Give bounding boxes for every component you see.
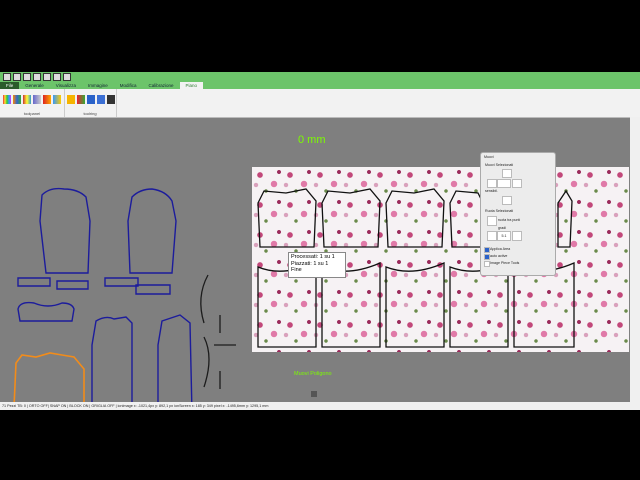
tab-generale[interactable]: Generale — [19, 82, 50, 89]
rotate-option-checkbox[interactable] — [487, 216, 497, 226]
print-icon[interactable] — [33, 73, 41, 81]
belt-piece-4[interactable] — [135, 284, 171, 295]
ribbon-panel: toolpanel toolring — [0, 89, 640, 118]
strap-piece-curved-2[interactable] — [203, 336, 210, 388]
step-label: sensibil. — [485, 189, 498, 193]
cad-application-window: File Generale Visualizza Immagine Modifi… — [0, 72, 640, 410]
sleeve-piece-left[interactable] — [39, 187, 91, 274]
fill-tool-icon[interactable] — [43, 95, 51, 104]
tab-modifica[interactable]: Modifica — [114, 82, 143, 89]
rotate-right-button[interactable] — [512, 231, 522, 241]
rotate-left-button[interactable] — [487, 231, 497, 241]
tab-visualizza[interactable]: Visualizza — [50, 82, 82, 89]
sleeve-piece-right[interactable] — [127, 188, 177, 274]
front-panel-left[interactable] — [91, 316, 133, 402]
ribbon-group-toolring: toolring — [64, 89, 117, 117]
processing-status-box: Processati: 1 su 1 Piazzati: 1 su 1 Fine — [288, 252, 346, 278]
pattern-pieces-area — [13, 187, 236, 402]
color-tool-icon[interactable] — [13, 95, 21, 104]
tab-immagine[interactable]: Immagine — [82, 82, 114, 89]
settings-icon[interactable] — [63, 73, 71, 81]
nested-piece[interactable] — [385, 262, 445, 348]
image-icon[interactable] — [77, 95, 85, 104]
front-panel-right[interactable] — [157, 314, 193, 402]
folder-icon[interactable] — [67, 95, 75, 104]
marker-icon[interactable] — [97, 95, 105, 104]
tab-file[interactable]: File — [0, 82, 20, 89]
vertical-scrollbar[interactable] — [630, 117, 640, 402]
move-down-button[interactable] — [502, 196, 512, 205]
new-file-icon[interactable] — [3, 73, 11, 81]
auto-active-label: auto active — [490, 254, 508, 258]
belt-piece-1[interactable] — [17, 277, 51, 287]
strap-piece-curved[interactable] — [200, 274, 209, 324]
nested-piece[interactable] — [321, 188, 381, 248]
brush-tool-icon[interactable] — [23, 95, 31, 104]
move-right-button[interactable] — [512, 179, 522, 188]
processing-finished: Fine — [291, 267, 302, 273]
angle-label: gradi — [498, 226, 506, 230]
collar-piece[interactable] — [17, 301, 75, 322]
image-piece-tools-label: Image Piece Tools — [490, 261, 520, 265]
tab-piano[interactable]: Piano — [179, 82, 204, 89]
horizontal-scroll-thumb[interactable] — [311, 391, 317, 397]
group-label-toolpanel: toolpanel — [23, 111, 41, 116]
ribbon-tab-bar: File Generale Visualizza Immagine Modifi… — [0, 81, 640, 89]
rotate-section-label: Ruota Selezionati — [485, 209, 514, 213]
palette-tool-icon[interactable] — [3, 95, 11, 104]
panel-title: Muovi — [484, 155, 494, 159]
selected-back-panel[interactable] — [13, 352, 85, 402]
apply-area-label: Applica Area — [490, 247, 511, 251]
move-polygon-label: Muovi Poligono — [294, 371, 332, 377]
redo-icon[interactable] — [53, 73, 61, 81]
move-up-button[interactable] — [502, 169, 512, 178]
save-layout-icon[interactable] — [107, 95, 115, 104]
belt-piece-2[interactable] — [56, 280, 89, 290]
pattern-tool-icon[interactable] — [33, 95, 41, 104]
rotate-option-label: ruota tra punti — [498, 218, 521, 222]
measurement-readout: 0 mm — [298, 134, 326, 146]
undo-icon[interactable] — [43, 73, 51, 81]
quick-access-toolbar — [3, 73, 71, 81]
move-left-button[interactable] — [487, 179, 497, 188]
move-panel: Muovi Muovi Selezionati sensibil. Ruota … — [480, 152, 556, 276]
nested-piece[interactable] — [257, 188, 317, 248]
tab-calibrazione[interactable]: Calibrazione — [143, 82, 180, 89]
save-icon[interactable] — [23, 73, 31, 81]
ribbon-group-toolpanel: toolpanel — [0, 89, 65, 117]
group-label-toolring: toolring — [83, 111, 97, 116]
nested-piece[interactable] — [385, 188, 445, 248]
nested-piece[interactable] — [449, 190, 483, 248]
nested-piece[interactable] — [557, 189, 573, 248]
layers-tool-icon[interactable] — [53, 95, 61, 104]
move-step-input[interactable] — [497, 179, 511, 188]
angle-input[interactable]: 5.1 — [497, 231, 511, 241]
shirt-icon[interactable] — [87, 95, 95, 104]
status-bar: 71 Pezzi TB: 0 | ORTO OFF| SNAP ON | BLO… — [0, 402, 640, 410]
belt-piece-3[interactable] — [104, 277, 139, 287]
move-section-label: Muovi Selezionati — [485, 163, 514, 167]
open-file-icon[interactable] — [13, 73, 21, 81]
title-bar — [0, 72, 640, 81]
